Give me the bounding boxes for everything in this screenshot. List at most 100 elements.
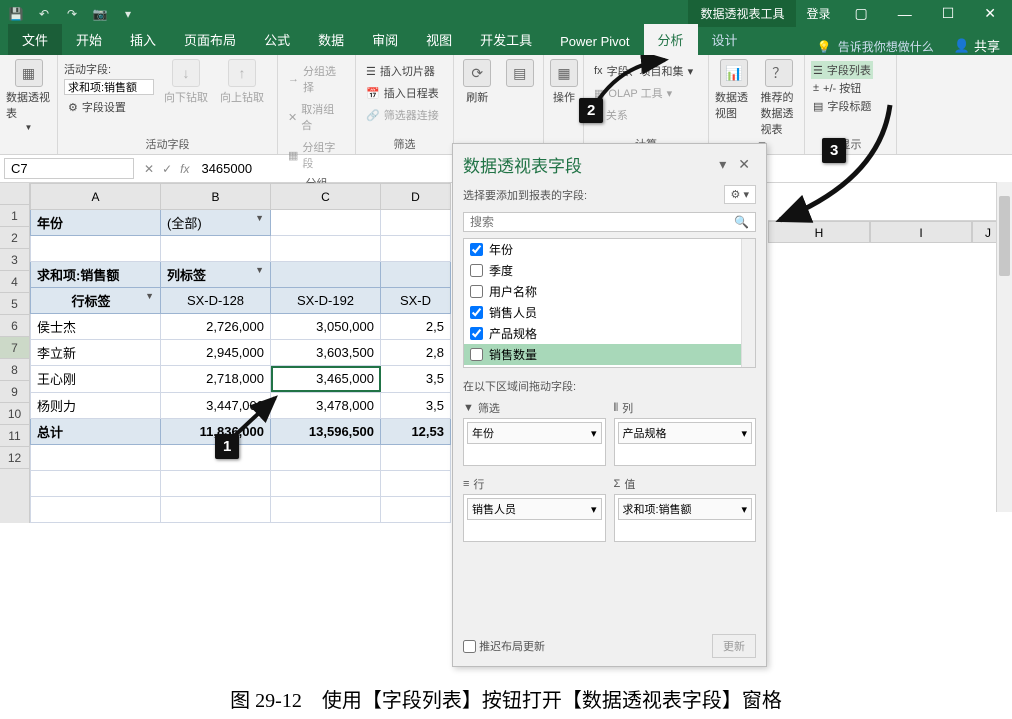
update-button[interactable]: 更新: [712, 634, 756, 658]
name-box[interactable]: C7: [4, 158, 134, 179]
tell-me-label: 告诉我你想做什么: [838, 38, 934, 55]
insert-timeline-button[interactable]: 📅 插入日程表: [362, 83, 443, 103]
pane-search[interactable]: 🔍: [463, 212, 756, 232]
ungroup-button[interactable]: ✕ 取消组合: [284, 99, 349, 135]
pane-search-input[interactable]: [470, 215, 734, 229]
undo-icon[interactable]: ↶: [36, 7, 52, 21]
drilldown-icon: ↓: [172, 59, 200, 87]
tell-me-box[interactable]: 💡 告诉我你想做什么: [809, 38, 942, 55]
tab-design[interactable]: 设计: [698, 24, 752, 55]
chip-filter[interactable]: 年份▾: [467, 422, 602, 444]
field-checkbox[interactable]: [470, 285, 483, 298]
close-icon[interactable]: ✕: [978, 5, 1002, 22]
field-headers-toggle[interactable]: ▤字段标题: [811, 97, 873, 115]
actions-button[interactable]: ▦操作: [550, 59, 578, 105]
insert-slicer-button[interactable]: ☰ 插入切片器: [362, 61, 439, 81]
save-icon[interactable]: 💾: [8, 7, 24, 21]
plusminus-toggle[interactable]: ±+/- 按钮: [811, 79, 863, 97]
values-icon: Σ: [614, 478, 621, 490]
pt-total-label: 总计: [31, 418, 161, 444]
pane-gear-button[interactable]: ⚙ ▾: [724, 185, 756, 204]
pane-close-icon[interactable]: ✕: [732, 156, 756, 173]
pt-row: 侯士杰: [31, 314, 161, 340]
callout-2: 2: [579, 98, 603, 123]
pivot-chart-button[interactable]: 📊数据透视图: [715, 59, 753, 121]
pane-dropdown-icon[interactable]: ▾: [713, 156, 732, 173]
field-checkbox[interactable]: [470, 327, 483, 340]
maximize-icon[interactable]: ☐: [936, 5, 961, 22]
recommend-pt-button[interactable]: ？推荐的数据透视表: [761, 59, 799, 137]
fields-items-sets-button[interactable]: fx 字段、项目和集 ▾: [590, 61, 697, 81]
field-list-scrollbar[interactable]: [741, 239, 755, 367]
figure-caption: 图 29-12 使用【字段列表】按钮打开【数据透视表字段】窗格: [0, 666, 1012, 713]
tab-powerpivot[interactable]: Power Pivot: [546, 28, 643, 55]
ribbon: ▦ 数据透视表 ▼ 活动字段: ⚙ 字段设置 ↓ 向下钻取 ↑ 向上: [0, 55, 1012, 155]
group-active-field-label: 活动字段: [64, 134, 271, 152]
area-rows-box[interactable]: 销售人员▾: [463, 494, 606, 542]
tab-dev[interactable]: 开发工具: [466, 24, 546, 55]
group-selection-button[interactable]: → 分组选择: [284, 61, 349, 97]
field-checkbox[interactable]: [470, 348, 483, 361]
login-button[interactable]: 登录: [806, 5, 830, 22]
accept-formula-icon[interactable]: ✓: [162, 162, 172, 176]
field-checkbox[interactable]: [470, 306, 483, 319]
col-header[interactable]: I: [870, 221, 972, 243]
area-cols-box[interactable]: 产品规格▾: [614, 418, 757, 466]
minimize-icon[interactable]: —: [892, 6, 918, 22]
col-header[interactable]: C: [271, 184, 381, 210]
ribbon-tabs: 文件 开始 插入 页面布局 公式 数据 审阅 视图 开发工具 Power Piv…: [0, 27, 1012, 55]
pt-col-label[interactable]: 列标签▼: [161, 262, 271, 288]
bulb-icon: 💡: [817, 40, 832, 54]
chip-cols[interactable]: 产品规格▾: [618, 422, 753, 444]
field-checkbox[interactable]: [470, 243, 483, 256]
pivottable-button[interactable]: ▦ 数据透视表 ▼: [6, 59, 51, 132]
tab-insert[interactable]: 插入: [116, 24, 170, 55]
redo-icon[interactable]: ↷: [64, 7, 80, 21]
tab-analyze[interactable]: 分析: [644, 24, 698, 55]
tab-file[interactable]: 文件: [8, 24, 62, 55]
pt-row-label[interactable]: 行标签▼: [31, 288, 161, 314]
area-vals-box[interactable]: 求和项:销售额▾: [614, 494, 757, 542]
pivottable-fields-pane[interactable]: 数据透视表字段 ▾ ✕ 选择要添加到报表的字段: ⚙ ▾ 🔍 年份 季度 用户名…: [452, 143, 767, 667]
tab-home[interactable]: 开始: [62, 24, 116, 55]
chip-rows[interactable]: 销售人员▾: [467, 498, 602, 520]
tab-layout[interactable]: 页面布局: [170, 24, 250, 55]
field-label: 销售额: [489, 367, 525, 368]
tab-formulas[interactable]: 公式: [250, 24, 304, 55]
field-settings-button[interactable]: ⚙ 字段设置: [64, 97, 154, 117]
col-header[interactable]: A: [31, 184, 161, 210]
tab-view[interactable]: 视图: [412, 24, 466, 55]
pane-subtitle: 选择要添加到报表的字段:: [463, 187, 587, 203]
drilldown-button[interactable]: ↓ 向下钻取: [162, 59, 210, 105]
pt-values-label: 求和项:销售额: [31, 262, 161, 288]
pt-col-header: SX-D: [381, 288, 451, 314]
field-checkbox[interactable]: [470, 264, 483, 277]
refresh-button[interactable]: ⟳刷新: [460, 59, 495, 105]
tab-data[interactable]: 数据: [304, 24, 358, 55]
field-list-toggle[interactable]: ☰字段列表: [811, 61, 873, 79]
col-header[interactable]: H: [768, 221, 870, 243]
camera-icon[interactable]: 📷: [92, 7, 108, 21]
field-label: 销售数量: [489, 346, 537, 363]
col-header[interactable]: D: [381, 184, 451, 210]
cancel-formula-icon[interactable]: ✕: [144, 162, 154, 176]
drillup-button[interactable]: ↑ 向上钻取: [218, 59, 266, 105]
change-source-button[interactable]: ▤: [503, 59, 538, 87]
col-header[interactable]: B: [161, 184, 271, 210]
chip-vals[interactable]: 求和项:销售额▾: [618, 498, 753, 520]
defer-checkbox[interactable]: [463, 640, 476, 653]
area-filter-box[interactable]: 年份▾: [463, 418, 606, 466]
field-label: 年份: [489, 241, 513, 258]
fx-icon[interactable]: fx: [180, 162, 189, 176]
share-button[interactable]: 👤 共享: [942, 36, 1012, 55]
qat-dropdown-icon[interactable]: ▾: [120, 7, 136, 21]
ribbon-options-icon[interactable]: ▢: [848, 5, 873, 22]
active-field-input[interactable]: [64, 79, 154, 95]
active-cell[interactable]: 3,465,000: [271, 366, 381, 392]
field-list[interactable]: 年份 季度 用户名称 销售人员 产品规格 销售数量▾ 销售额: [463, 238, 756, 368]
group-field-button[interactable]: ▦ 分组字段: [284, 137, 349, 173]
tab-review[interactable]: 审阅: [358, 24, 412, 55]
vertical-scrollbar[interactable]: [996, 182, 1012, 512]
pt-filter-value[interactable]: (全部)▼: [161, 210, 271, 236]
filter-conn-button[interactable]: 🔗 筛选器连接: [362, 105, 443, 125]
